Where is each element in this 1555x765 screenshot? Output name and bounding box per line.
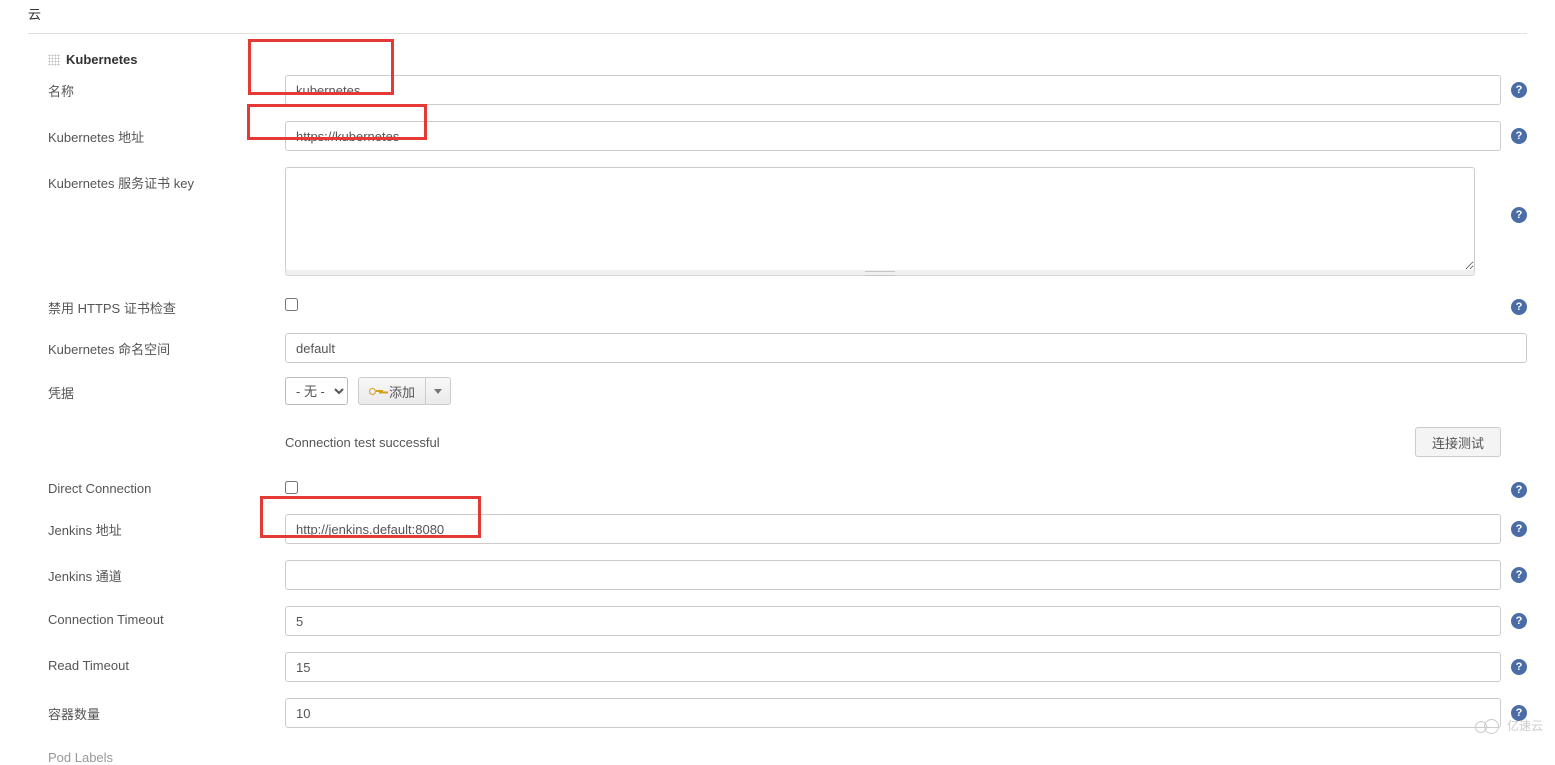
row-disable-https: 禁用 HTTPS 证书检查 ? [48,292,1527,317]
help-icon[interactable]: ? [1511,659,1527,675]
row-connection-timeout: Connection Timeout ? [48,606,1527,636]
input-container-cap[interactable] [285,698,1501,728]
label-connection-timeout: Connection Timeout [48,606,285,627]
input-jenkins-url[interactable] [285,514,1501,544]
help-icon[interactable]: ? [1511,299,1527,315]
input-k8s-url[interactable] [285,121,1501,151]
row-server-cert: Kubernetes 服务证书 key ? [48,167,1527,276]
watermark: 亿速云 [1475,717,1543,734]
label-server-cert: Kubernetes 服务证书 key [48,167,285,192]
section-title: 云 [28,0,1527,34]
row-pod-labels: Pod Labels [48,744,1527,765]
label-namespace: Kubernetes 命名空间 [48,333,285,358]
kubernetes-cloud-block: Kubernetes 名称 ? Kubernetes 地址 ? Kubernet… [28,52,1527,765]
input-jenkins-tunnel[interactable] [285,560,1501,590]
help-icon[interactable]: ? [1511,613,1527,629]
help-icon[interactable]: ? [1511,521,1527,537]
block-title: Kubernetes [66,52,138,67]
add-credential-button-group: 添加 [358,377,451,405]
label-pod-labels: Pod Labels [48,744,285,765]
textarea-resize-handle[interactable] [285,270,1475,276]
row-k8s-url: Kubernetes 地址 ? [48,121,1527,151]
help-icon[interactable]: ? [1511,207,1527,223]
row-read-timeout: Read Timeout ? [48,652,1527,682]
connection-status-row: Connection test successful 连接测试 [285,427,1501,457]
select-credentials[interactable]: - 无 - [285,377,348,405]
label-jenkins-url: Jenkins 地址 [48,514,285,539]
input-connection-timeout[interactable] [285,606,1501,636]
help-icon[interactable]: ? [1511,128,1527,144]
label-k8s-url: Kubernetes 地址 [48,121,285,146]
checkbox-direct-connection[interactable] [285,481,298,494]
input-read-timeout[interactable] [285,652,1501,682]
watermark-text: 亿速云 [1507,717,1543,734]
row-container-cap: 容器数量 ? [48,698,1527,728]
label-disable-https: 禁用 HTTPS 证书检查 [48,292,285,317]
label-credentials: 凭据 [48,377,285,402]
row-namespace: Kubernetes 命名空间 [48,333,1527,363]
input-name[interactable] [285,75,1501,105]
textarea-server-cert[interactable] [285,167,1475,271]
label-direct-connection: Direct Connection [48,475,285,496]
test-connection-button[interactable]: 连接测试 [1415,427,1501,457]
chevron-down-icon [434,389,442,394]
help-icon[interactable]: ? [1511,482,1527,498]
help-icon[interactable]: ? [1511,567,1527,583]
key-icon [369,387,383,395]
row-name: 名称 ? [48,75,1527,105]
row-credentials: 凭据 - 无 - 添加 Connection test successful [48,377,1527,457]
add-credential-dropdown[interactable] [425,377,451,405]
add-credential-button[interactable]: 添加 [358,377,425,405]
help-icon[interactable]: ? [1511,82,1527,98]
label-jenkins-tunnel: Jenkins 通道 [48,560,285,585]
watermark-logo-icon [1475,719,1503,733]
row-direct-connection: Direct Connection ? [48,475,1527,498]
label-name: 名称 [48,75,285,100]
row-jenkins-tunnel: Jenkins 通道 ? [48,560,1527,590]
label-container-cap: 容器数量 [48,698,285,723]
row-jenkins-url: Jenkins 地址 ? [48,514,1527,544]
drag-handle-icon[interactable] [48,54,60,66]
add-credential-label: 添加 [389,382,415,401]
input-namespace[interactable] [285,333,1527,363]
label-read-timeout: Read Timeout [48,652,285,673]
block-header: Kubernetes [48,52,1527,67]
checkbox-disable-https[interactable] [285,298,298,311]
connection-status-text: Connection test successful [285,435,1415,450]
